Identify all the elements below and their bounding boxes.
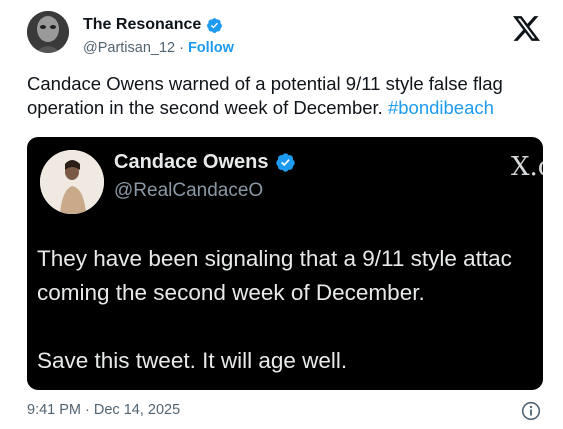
author-handle-row: @Partisan_12 · Follow	[83, 40, 234, 56]
tweet-card: The Resonance @Partisan_12 · Follow Cand…	[0, 0, 563, 429]
quoted-line-3: Save this tweet. It will age well.	[37, 348, 348, 373]
timestamp[interactable]: 9:41 PM · Dec 14, 2025	[27, 402, 180, 418]
quoted-tweet-body: They have been signaling that a 9/11 sty…	[37, 242, 543, 378]
quoted-author-handle[interactable]: @RealCandaceO	[114, 180, 263, 202]
tweet-body: Candace Owens warned of a potential 9/11…	[27, 72, 547, 120]
x-logo-icon[interactable]	[513, 16, 540, 41]
quoted-line-2: coming the second week of December.	[37, 280, 425, 305]
author-handle[interactable]: @Partisan_12	[83, 40, 175, 56]
quoted-name-row: Candace Owens	[114, 151, 296, 174]
quoted-author-name[interactable]: Candace Owens	[114, 151, 269, 174]
quoted-line-1: They have been signaling that a 9/11 sty…	[37, 246, 512, 271]
quoted-tweet[interactable]: Candace Owens @RealCandaceO X.c They hav…	[27, 137, 543, 390]
author-avatar[interactable]	[27, 11, 69, 53]
verified-badge-icon	[207, 17, 223, 33]
author-name[interactable]: The Resonance	[83, 16, 201, 34]
info-icon[interactable]	[521, 401, 541, 421]
hashtag-link[interactable]: #bondibeach	[388, 97, 494, 118]
quoted-author-avatar[interactable]	[40, 150, 104, 214]
quoted-verified-badge-icon	[275, 153, 295, 172]
separator-dot: ·	[179, 40, 184, 56]
author-name-row: The Resonance	[83, 16, 223, 34]
quoted-x-logo-icon: X.c	[511, 152, 543, 182]
follow-button[interactable]: Follow	[188, 40, 234, 56]
